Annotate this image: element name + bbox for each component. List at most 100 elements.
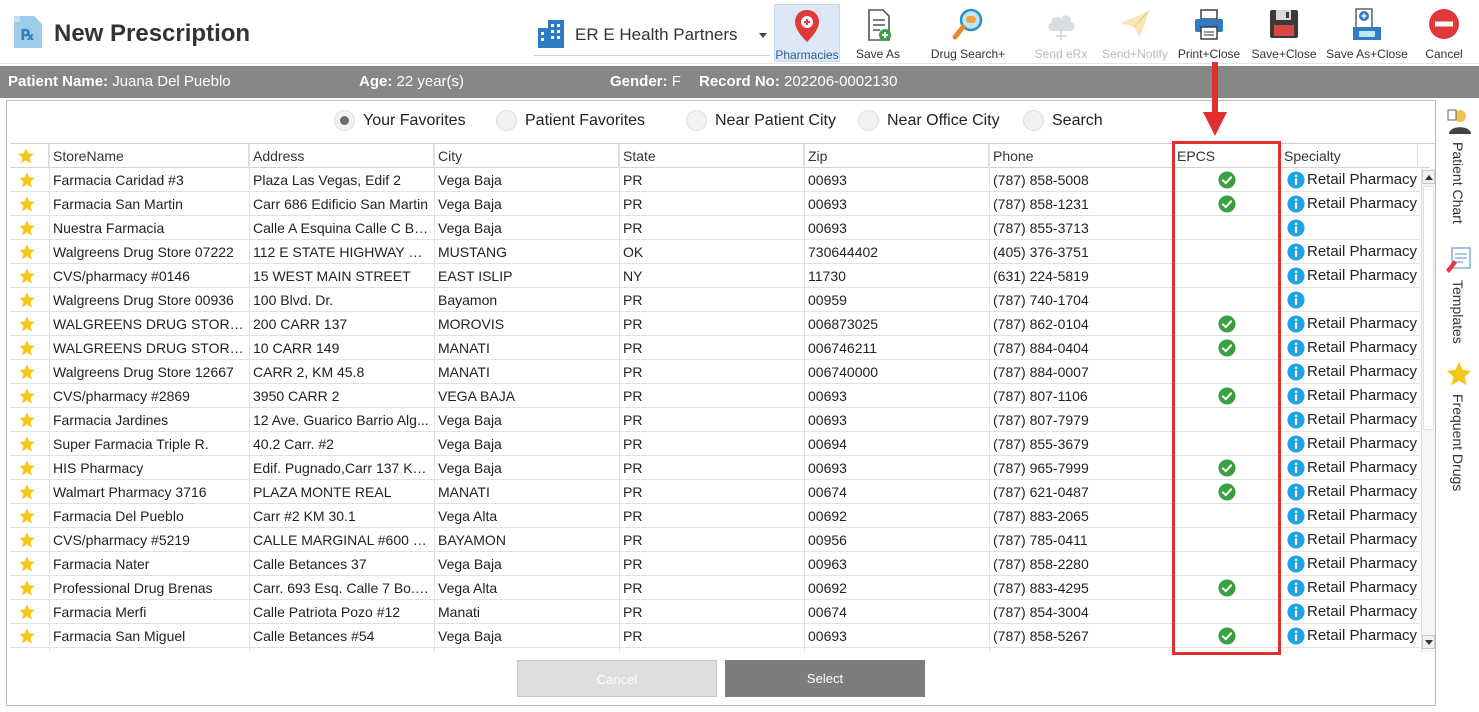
column-header-epcs[interactable]: EPCS: [1173, 144, 1280, 168]
table-row[interactable]: Walgreens Drug Store 00936 100 Blvd. Dr. B…: [10, 288, 1420, 312]
tab-frequent-drugs[interactable]: Frequent Drugs: [1440, 360, 1479, 500]
grid-vertical-scrollbar[interactable]: [1421, 168, 1435, 652]
cell-zip: 00963: [808, 556, 847, 572]
favorite-star-icon[interactable]: [18, 387, 36, 405]
table-row[interactable]: Farmacia Nater Calle Betances 37 Vega Baja…: [10, 552, 1420, 576]
info-icon[interactable]: [1287, 171, 1305, 189]
info-icon[interactable]: [1287, 627, 1305, 645]
column-header-specialty[interactable]: Specialty: [1280, 144, 1418, 168]
favorite-star-icon[interactable]: [18, 219, 36, 237]
table-row[interactable]: WALGREENS DRUG STORE #... 200 CARR 137 MOR…: [10, 312, 1420, 336]
favorite-star-icon[interactable]: [18, 579, 36, 597]
favorite-star-icon[interactable]: [18, 195, 36, 213]
info-icon[interactable]: [1287, 507, 1305, 525]
info-icon[interactable]: [1287, 435, 1305, 453]
favorite-star-icon[interactable]: [18, 339, 36, 357]
favorite-star-icon[interactable]: [18, 507, 36, 525]
info-icon[interactable]: [1287, 531, 1305, 549]
scrollbar-thumb[interactable]: [1423, 186, 1434, 430]
table-row[interactable]: Farmacia San Miguel Calle Betances #54 Veg…: [10, 624, 1420, 648]
table-row[interactable]: Walmart Pharmacy 3716 PLAZA MONTE REAL MAN…: [10, 480, 1420, 504]
info-icon[interactable]: [1287, 243, 1305, 261]
info-icon[interactable]: [1287, 267, 1305, 285]
tab-patient-chart[interactable]: Patient Chart: [1440, 108, 1479, 238]
cell-address: Calle Betances 37: [253, 556, 367, 572]
favorite-star-icon[interactable]: [18, 243, 36, 261]
practice-dropdown[interactable]: ER E Health Partners: [534, 16, 770, 56]
info-icon[interactable]: [1287, 291, 1305, 309]
column-header-storename[interactable]: StoreName: [49, 144, 249, 168]
favorite-star-icon[interactable]: [18, 435, 36, 453]
chevron-down-icon[interactable]: [759, 33, 767, 38]
column-header-city[interactable]: City: [434, 144, 619, 168]
table-row[interactable]: CVS/pharmacy #0146 15 WEST MAIN STREET EAS…: [10, 264, 1420, 288]
cell-city: Vega Baja: [438, 460, 502, 476]
table-row[interactable]: HIS Pharmacy Edif. Pugnado,Carr 137 KM...…: [10, 456, 1420, 480]
table-row[interactable]: CVS/pharmacy #5219 CALLE MARGINAL #600 U.…: [10, 528, 1420, 552]
info-icon[interactable]: [1287, 219, 1305, 237]
table-row[interactable]: Farmacia Caridad #3 Plaza Las Vegas, Edif…: [10, 168, 1420, 192]
cell-address: PLAZA MONTE REAL: [253, 484, 392, 500]
paper-plane-icon: [1121, 10, 1150, 37]
favorite-star-icon[interactable]: [18, 171, 36, 189]
scroll-up-arrow-icon[interactable]: [1422, 170, 1435, 184]
toolbar-label: Save+Close: [1251, 47, 1317, 61]
info-icon[interactable]: [1287, 411, 1305, 429]
table-row[interactable]: WALGREENS DRUG STORE #... 10 CARR 149 MANA…: [10, 336, 1420, 360]
tab-templates[interactable]: Templates: [1440, 246, 1479, 356]
info-icon[interactable]: [1287, 603, 1305, 621]
column-header-address[interactable]: Address: [249, 144, 434, 168]
info-icon[interactable]: [1287, 483, 1305, 501]
favorite-star-icon[interactable]: [18, 267, 36, 285]
send-erx-button[interactable]: Send eRx: [1030, 4, 1092, 62]
info-icon[interactable]: [1287, 315, 1305, 333]
save-as-close-button[interactable]: Save As+Close: [1324, 4, 1410, 62]
cancel-toolbar-button[interactable]: Cancel: [1416, 4, 1472, 62]
favorite-star-icon[interactable]: [18, 603, 36, 621]
favorite-star-icon[interactable]: [18, 315, 36, 333]
table-row[interactable]: Farmacia San Martin Carr 686 Edificio San…: [10, 192, 1420, 216]
cell-storename: Farmacia Jardines: [53, 412, 169, 428]
title-bar: ℞ New Prescription ER E Health Partners …: [0, 0, 1479, 64]
info-icon[interactable]: [1287, 459, 1305, 477]
select-button[interactable]: Select: [725, 660, 925, 697]
pharmacies-button[interactable]: Pharmacies: [774, 4, 840, 62]
favorite-star-icon[interactable]: [18, 459, 36, 477]
table-row[interactable]: Farmacia Merfi Calle Patriota Pozo #12 Man…: [10, 600, 1420, 624]
table-row[interactable]: Walgreens Drug Store 12667 CARR 2, KM 45.…: [10, 360, 1420, 384]
favorite-star-icon[interactable]: [18, 411, 36, 429]
print-close-button[interactable]: Print+Close: [1175, 4, 1243, 62]
table-row[interactable]: Farmacia Jardines 12 Ave. Guarico Barrio …: [10, 408, 1420, 432]
column-header-state[interactable]: State: [619, 144, 804, 168]
table-row[interactable]: CVS/pharmacy #2869 3950 CARR 2 VEGA BAJA PR…: [10, 384, 1420, 408]
drug-search-button[interactable]: Drug Search+: [926, 4, 1010, 62]
table-row[interactable]: Walgreens Drug Store 07222 112 E STATE HI…: [10, 240, 1420, 264]
save-as-button[interactable]: Save As: [847, 4, 909, 62]
favorite-star-icon[interactable]: [18, 555, 36, 573]
info-icon[interactable]: [1287, 195, 1305, 213]
info-icon[interactable]: [1287, 339, 1305, 357]
table-row[interactable]: Farmacia Del Pueblo Carr #2 KM 30.1 Vega A…: [10, 504, 1420, 528]
cell-city: EAST ISLIP: [438, 268, 513, 284]
favorite-star-icon[interactable]: [18, 483, 36, 501]
column-header-zip[interactable]: Zip: [804, 144, 989, 168]
toolbar-label: Cancel: [1425, 47, 1463, 61]
favorite-star-icon[interactable]: [18, 363, 36, 381]
cancel-button[interactable]: Cancel: [517, 660, 717, 697]
table-row[interactable]: Professional Drug Brenas Carr. 693 Esq. C…: [10, 576, 1420, 600]
info-icon[interactable]: [1287, 363, 1305, 381]
save-close-button[interactable]: Save+Close: [1250, 4, 1318, 62]
info-icon[interactable]: [1287, 555, 1305, 573]
info-icon[interactable]: [1287, 387, 1305, 405]
table-row[interactable]: Super Farmacia Triple R. 40.2 Carr. #2 Veg…: [10, 432, 1420, 456]
favorite-column-header[interactable]: [10, 144, 49, 168]
favorite-star-icon[interactable]: [18, 291, 36, 309]
column-header-phone[interactable]: Phone: [989, 144, 1173, 168]
info-icon[interactable]: [1287, 579, 1305, 597]
favorite-star-icon[interactable]: [18, 627, 36, 645]
scroll-down-arrow-icon[interactable]: [1422, 635, 1435, 649]
send-notify-button[interactable]: Send+Notify: [1097, 4, 1173, 62]
favorite-star-icon[interactable]: [18, 531, 36, 549]
cell-phone: (787) 855-3679: [993, 436, 1089, 452]
table-row[interactable]: Nuestra Farmacia Calle A Esquina Calle C …: [10, 216, 1420, 240]
